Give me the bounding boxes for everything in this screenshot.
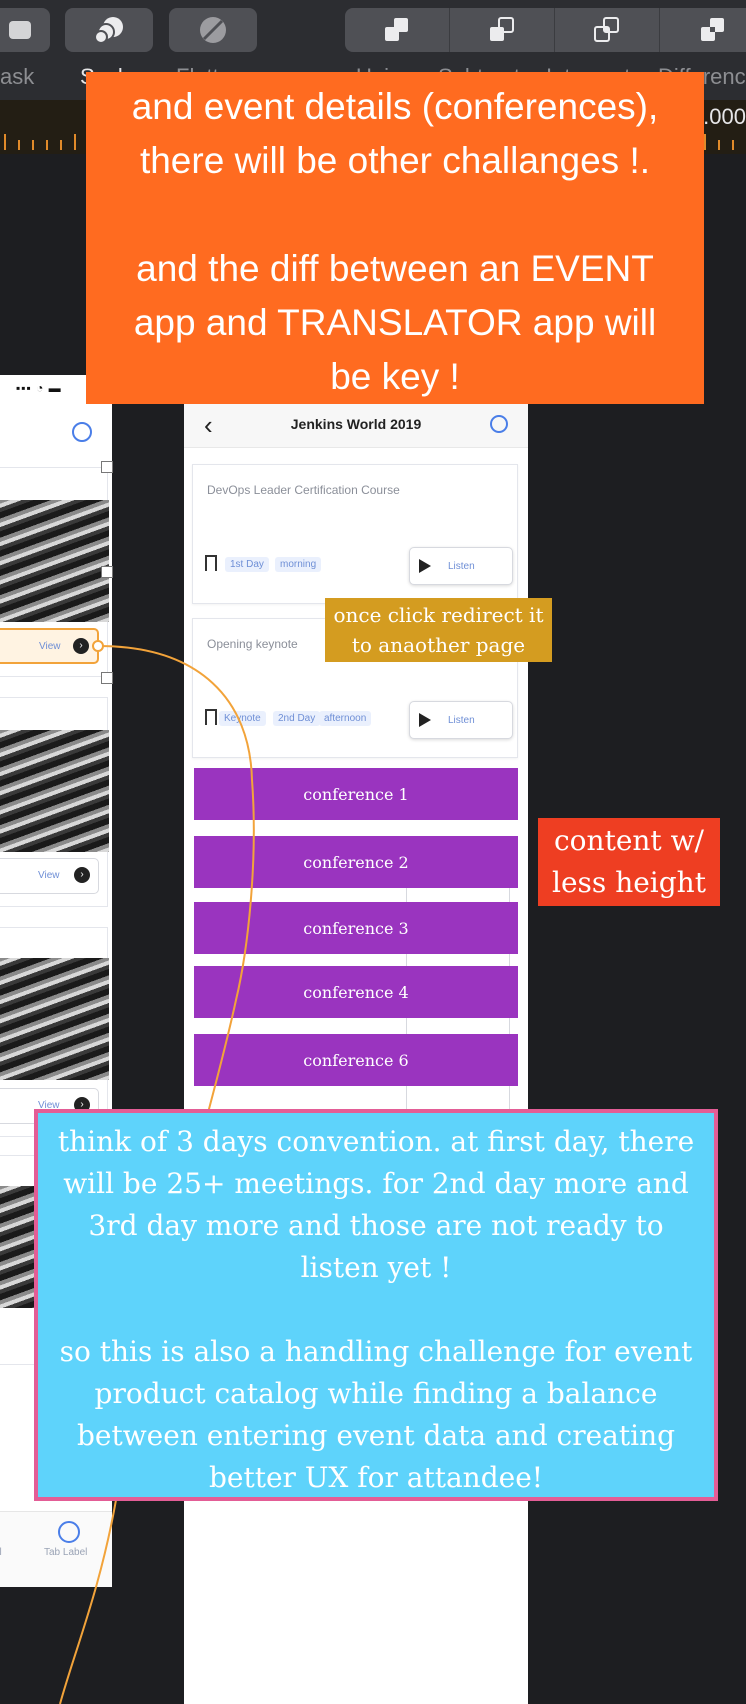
header-circle-icon[interactable] <box>490 415 508 433</box>
nav-header: ‹ Jenkins World 2019 <box>184 402 528 448</box>
conference-button-6[interactable]: conference 6 <box>194 1034 518 1086</box>
session-title: Opening keynote <box>207 637 298 651</box>
card-image <box>0 730 109 852</box>
ruler-tick <box>18 140 20 150</box>
annotation-note-gold[interactable]: once click redirect it to anaother page <box>325 598 552 662</box>
list-card[interactable]: View › <box>0 697 109 907</box>
view-button-selected[interactable]: View › <box>0 628 99 664</box>
listen-button[interactable]: Listen <box>409 701 513 739</box>
boolean-ops-group <box>345 8 746 52</box>
conference-button-3[interactable]: conference 3 <box>194 902 518 954</box>
header-circle-icon[interactable] <box>72 422 92 442</box>
tab-label-partial: el <box>0 1547 2 1558</box>
bookmark-icon[interactable] <box>205 709 217 725</box>
scale-icon <box>94 17 123 44</box>
arrow-right-icon: › <box>73 638 89 654</box>
ruler-tick <box>60 140 62 150</box>
scale-button[interactable] <box>65 8 153 52</box>
subtract-button[interactable] <box>450 8 555 52</box>
tag-badge: Keynote <box>219 711 266 726</box>
session-card[interactable]: DevOps Leader Certification Course 1st D… <box>192 464 518 604</box>
resize-handle[interactable] <box>101 566 113 578</box>
mask-label: ask <box>0 64 35 89</box>
ruler-value: .000 <box>703 104 746 129</box>
ruler-tick <box>732 140 734 150</box>
session-title: DevOps Leader Certification Course <box>207 483 400 497</box>
resize-handle[interactable] <box>101 461 113 473</box>
mask-button[interactable] <box>0 8 50 52</box>
arrow-right-icon: › <box>74 867 90 883</box>
difference-icon <box>700 18 724 41</box>
flatten-button[interactable] <box>169 8 257 52</box>
conference-button-4[interactable]: conference 4 <box>194 966 518 1018</box>
tag-badge: morning <box>275 557 322 572</box>
annotation-note-orange[interactable]: and event details (conferences), there w… <box>86 72 704 404</box>
play-icon <box>419 713 431 727</box>
flatten-icon <box>200 17 226 43</box>
mask-icon <box>9 21 31 39</box>
conference-button-2[interactable]: conference 2 <box>194 836 518 888</box>
ruler-tick <box>718 140 720 150</box>
annotation-note-red[interactable]: content w/ less height <box>538 818 720 906</box>
ruler-tick <box>32 140 34 150</box>
ruler-tick <box>74 134 76 150</box>
tag-badge: afternoon <box>319 711 372 726</box>
tag-badge: 1st Day <box>225 557 269 572</box>
ruler-tick <box>46 140 48 150</box>
tab-label[interactable]: Tab Label <box>44 1547 87 1558</box>
tab-circle-icon[interactable] <box>58 1521 80 1543</box>
conference-button-1[interactable]: conference 1 <box>194 768 518 820</box>
intersect-button[interactable] <box>555 8 660 52</box>
resize-handle[interactable] <box>101 672 113 684</box>
card-image <box>0 500 109 622</box>
status-bar-icons: ▪▪▪ ◔ ▬ <box>16 381 62 395</box>
ruler-tick <box>4 134 6 150</box>
bookmark-icon[interactable] <box>205 555 217 571</box>
annotation-note-blue[interactable]: think of 3 days convention. at first day… <box>34 1109 718 1501</box>
list-card[interactable]: View › <box>0 927 109 1137</box>
view-label: View <box>39 641 61 652</box>
play-icon <box>419 559 431 573</box>
difference-button[interactable] <box>660 8 746 52</box>
view-label: View <box>38 870 60 881</box>
listen-label: Listen <box>448 715 475 726</box>
view-button[interactable]: View › <box>0 858 99 894</box>
union-icon <box>385 18 408 41</box>
subtract-icon <box>490 17 514 41</box>
ruler-tick <box>704 134 706 150</box>
listen-button[interactable]: Listen <box>409 547 513 585</box>
card-image <box>0 958 109 1080</box>
listen-label: Listen <box>448 561 475 572</box>
intersect-icon <box>594 17 619 42</box>
union-button[interactable] <box>345 8 450 52</box>
tag-badge: 2nd Day <box>273 711 321 726</box>
page-title: Jenkins World 2019 <box>290 416 422 432</box>
list-card[interactable]: View › <box>0 467 109 677</box>
